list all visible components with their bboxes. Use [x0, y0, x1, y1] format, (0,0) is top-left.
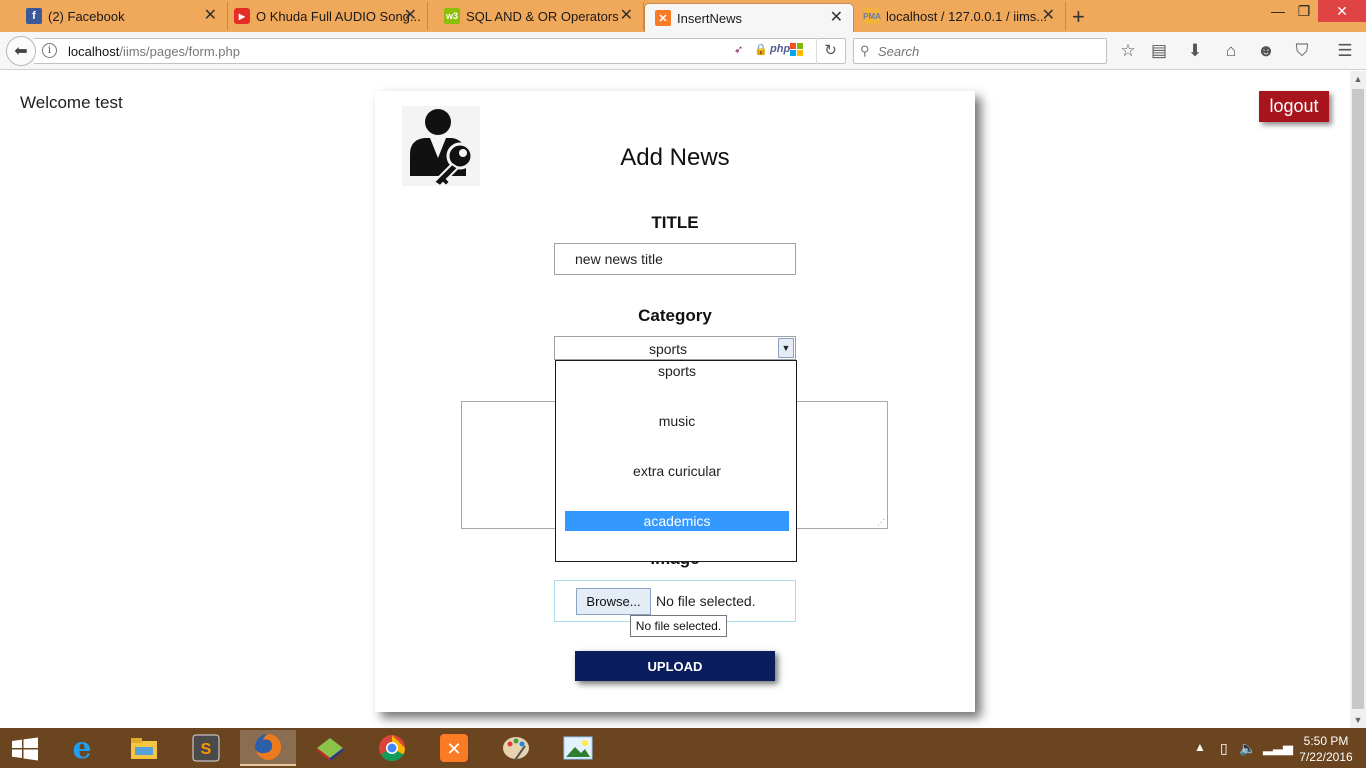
tab-insertnews[interactable]: ✕ InsertNews ✕ — [644, 3, 854, 32]
url-text: localhost/iims/pages/form.php — [68, 44, 240, 59]
chrome-icon — [379, 735, 406, 762]
back-button[interactable]: ⬅ — [6, 36, 36, 66]
xampp-icon: ✕ — [440, 734, 468, 762]
scroll-down-arrow-icon[interactable]: ▼ — [1350, 712, 1366, 728]
new-tab-button[interactable]: + — [1072, 4, 1085, 30]
facebook-icon: f — [26, 8, 42, 24]
tab-label: O Khuda Full AUDIO Song... — [256, 8, 421, 24]
reload-button[interactable]: ↻ — [816, 38, 844, 64]
download-icon[interactable]: ⬇ — [1184, 40, 1206, 62]
dropdown-option-extra-curicular[interactable]: extra curicular — [565, 461, 789, 481]
browser-tab-strip: f (2) Facebook ✕ ▶ O Khuda Full AUDIO So… — [0, 0, 1366, 32]
address-bar[interactable]: i localhost/iims/pages/form.php ➶ 🔒 php — [34, 38, 846, 64]
minimize-button[interactable]: — — [1266, 0, 1290, 22]
window-close-button[interactable]: ✕ — [1318, 0, 1366, 22]
scrollbar-thumb[interactable] — [1352, 89, 1364, 709]
browse-button[interactable]: Browse... — [576, 588, 651, 615]
category-selected-value: sports — [648, 341, 688, 357]
category-select[interactable]: sports ▼ — [554, 336, 796, 360]
windows-start-icon[interactable] — [10, 737, 40, 761]
volume-icon[interactable]: 🔈 — [1239, 740, 1256, 757]
close-tab-icon[interactable]: ✕ — [204, 8, 217, 24]
upload-button[interactable]: UPLOAD — [575, 651, 775, 681]
taskbar-paint[interactable] — [488, 730, 544, 766]
title-label: TITLE — [651, 213, 699, 232]
winrar-icon — [317, 738, 343, 761]
tab-phpmyadmin[interactable]: PMA localhost / 127.0.0.1 / iims... ✕ — [854, 2, 1066, 30]
w3schools-icon: w3 — [444, 8, 460, 24]
logout-button[interactable]: logout — [1259, 91, 1329, 122]
dropdown-option-academics[interactable]: academics — [565, 511, 789, 531]
tab-sql-operators[interactable]: w3 SQL AND & OR Operators ✕ — [434, 2, 644, 30]
xampp-icon: ✕ — [655, 10, 671, 26]
youtube-icon: ▶ — [234, 8, 250, 24]
scroll-up-arrow-icon[interactable]: ▲ — [1350, 71, 1366, 87]
search-input[interactable] — [878, 42, 1098, 60]
phpmyadmin-icon: PMA — [863, 8, 881, 24]
taskbar-clock[interactable]: 5:50 PM 7/22/2016 — [1296, 733, 1356, 765]
dropdown-option-sports[interactable]: sports — [565, 361, 789, 381]
network-signal-icon[interactable]: ▂▃▅ — [1263, 740, 1293, 756]
sublime-text-icon: S — [192, 734, 220, 762]
home-icon[interactable]: ⌂ — [1220, 40, 1242, 62]
tab-facebook[interactable]: f (2) Facebook ✕ — [16, 2, 228, 30]
clock-time: 5:50 PM — [1303, 734, 1349, 748]
taskbar-file-explorer[interactable] — [116, 730, 172, 766]
navigation-toolbar: i localhost/iims/pages/form.php ➶ 🔒 php … — [0, 32, 1366, 70]
feather-extension-icon[interactable]: ➶ — [734, 43, 743, 56]
windows-taskbar: e S ✕ ▲ ▯ 🔈 ▂▃▅ 5:50 PM 7/22/2016 — [0, 728, 1366, 768]
category-dropdown-list: sports music extra curicular academics — [555, 360, 797, 562]
category-label: Category — [638, 306, 712, 325]
reading-list-icon[interactable]: ▤ — [1148, 40, 1170, 62]
close-tab-icon[interactable]: ✕ — [830, 10, 843, 26]
chevron-down-icon[interactable]: ▼ — [778, 338, 794, 358]
battery-icon[interactable]: ▯ — [1220, 740, 1228, 757]
taskbar-firefox[interactable] — [240, 730, 296, 766]
tab-label: localhost / 127.0.0.1 / iims... — [886, 8, 1048, 24]
form-title: Add News — [620, 144, 730, 171]
page-scrollbar[interactable]: ▲ ▼ — [1350, 71, 1366, 728]
title-input[interactable] — [554, 243, 796, 275]
taskbar-sublime-text[interactable]: S — [178, 730, 234, 766]
bookmark-star-icon[interactable]: ☆ — [1117, 40, 1139, 62]
taskbar-photos[interactable] — [550, 730, 606, 766]
svg-text:✕: ✕ — [446, 739, 461, 760]
back-arrow-icon: ⬅ — [14, 43, 28, 60]
photos-icon — [563, 736, 593, 760]
taskbar-winrar[interactable] — [302, 730, 358, 766]
search-icon: ⚲ — [860, 43, 870, 58]
file-explorer-icon — [131, 738, 157, 759]
taskbar-internet-explorer[interactable]: e — [54, 730, 110, 766]
paint-icon — [503, 737, 529, 761]
close-tab-icon[interactable]: ✕ — [620, 8, 633, 24]
welcome-text: Welcome test — [20, 93, 123, 112]
resize-grip-icon[interactable]: ⋰ — [877, 518, 885, 527]
show-hidden-icons-chevron-icon[interactable]: ▲ — [1194, 740, 1206, 754]
firefox-icon — [255, 733, 282, 760]
file-status-text: No file selected. — [656, 593, 756, 609]
tab-label: (2) Facebook — [48, 8, 125, 24]
search-bar[interactable]: ⚲ — [853, 38, 1107, 64]
clock-date: 7/22/2016 — [1299, 750, 1353, 764]
file-tooltip: No file selected. — [630, 615, 727, 637]
tab-youtube-song[interactable]: ▶ O Khuda Full AUDIO Song... ✕ — [224, 2, 428, 30]
taskbar-xampp[interactable]: ✕ — [426, 730, 482, 766]
lock-extension-icon[interactable]: 🔒 — [754, 43, 768, 56]
hello-chat-icon[interactable]: ☻ — [1255, 40, 1277, 62]
php-extension-icon[interactable]: php — [770, 43, 790, 55]
pocket-icon[interactable]: ⛉ — [1291, 40, 1313, 62]
maximize-button[interactable]: ❐ — [1292, 0, 1316, 22]
close-tab-icon[interactable]: ✕ — [1042, 8, 1055, 24]
hamburger-menu-icon[interactable]: ☰ — [1334, 40, 1356, 62]
windows-extension-icon[interactable] — [790, 43, 804, 60]
internet-explorer-icon: e — [72, 730, 92, 766]
tab-label: InsertNews — [677, 10, 743, 26]
tab-label: SQL AND & OR Operators — [466, 8, 619, 24]
dropdown-option-music[interactable]: music — [565, 411, 789, 431]
svg-text:S: S — [201, 741, 212, 758]
taskbar-chrome[interactable] — [364, 730, 420, 766]
close-tab-icon[interactable]: ✕ — [404, 8, 417, 24]
info-icon[interactable]: i — [42, 43, 57, 58]
